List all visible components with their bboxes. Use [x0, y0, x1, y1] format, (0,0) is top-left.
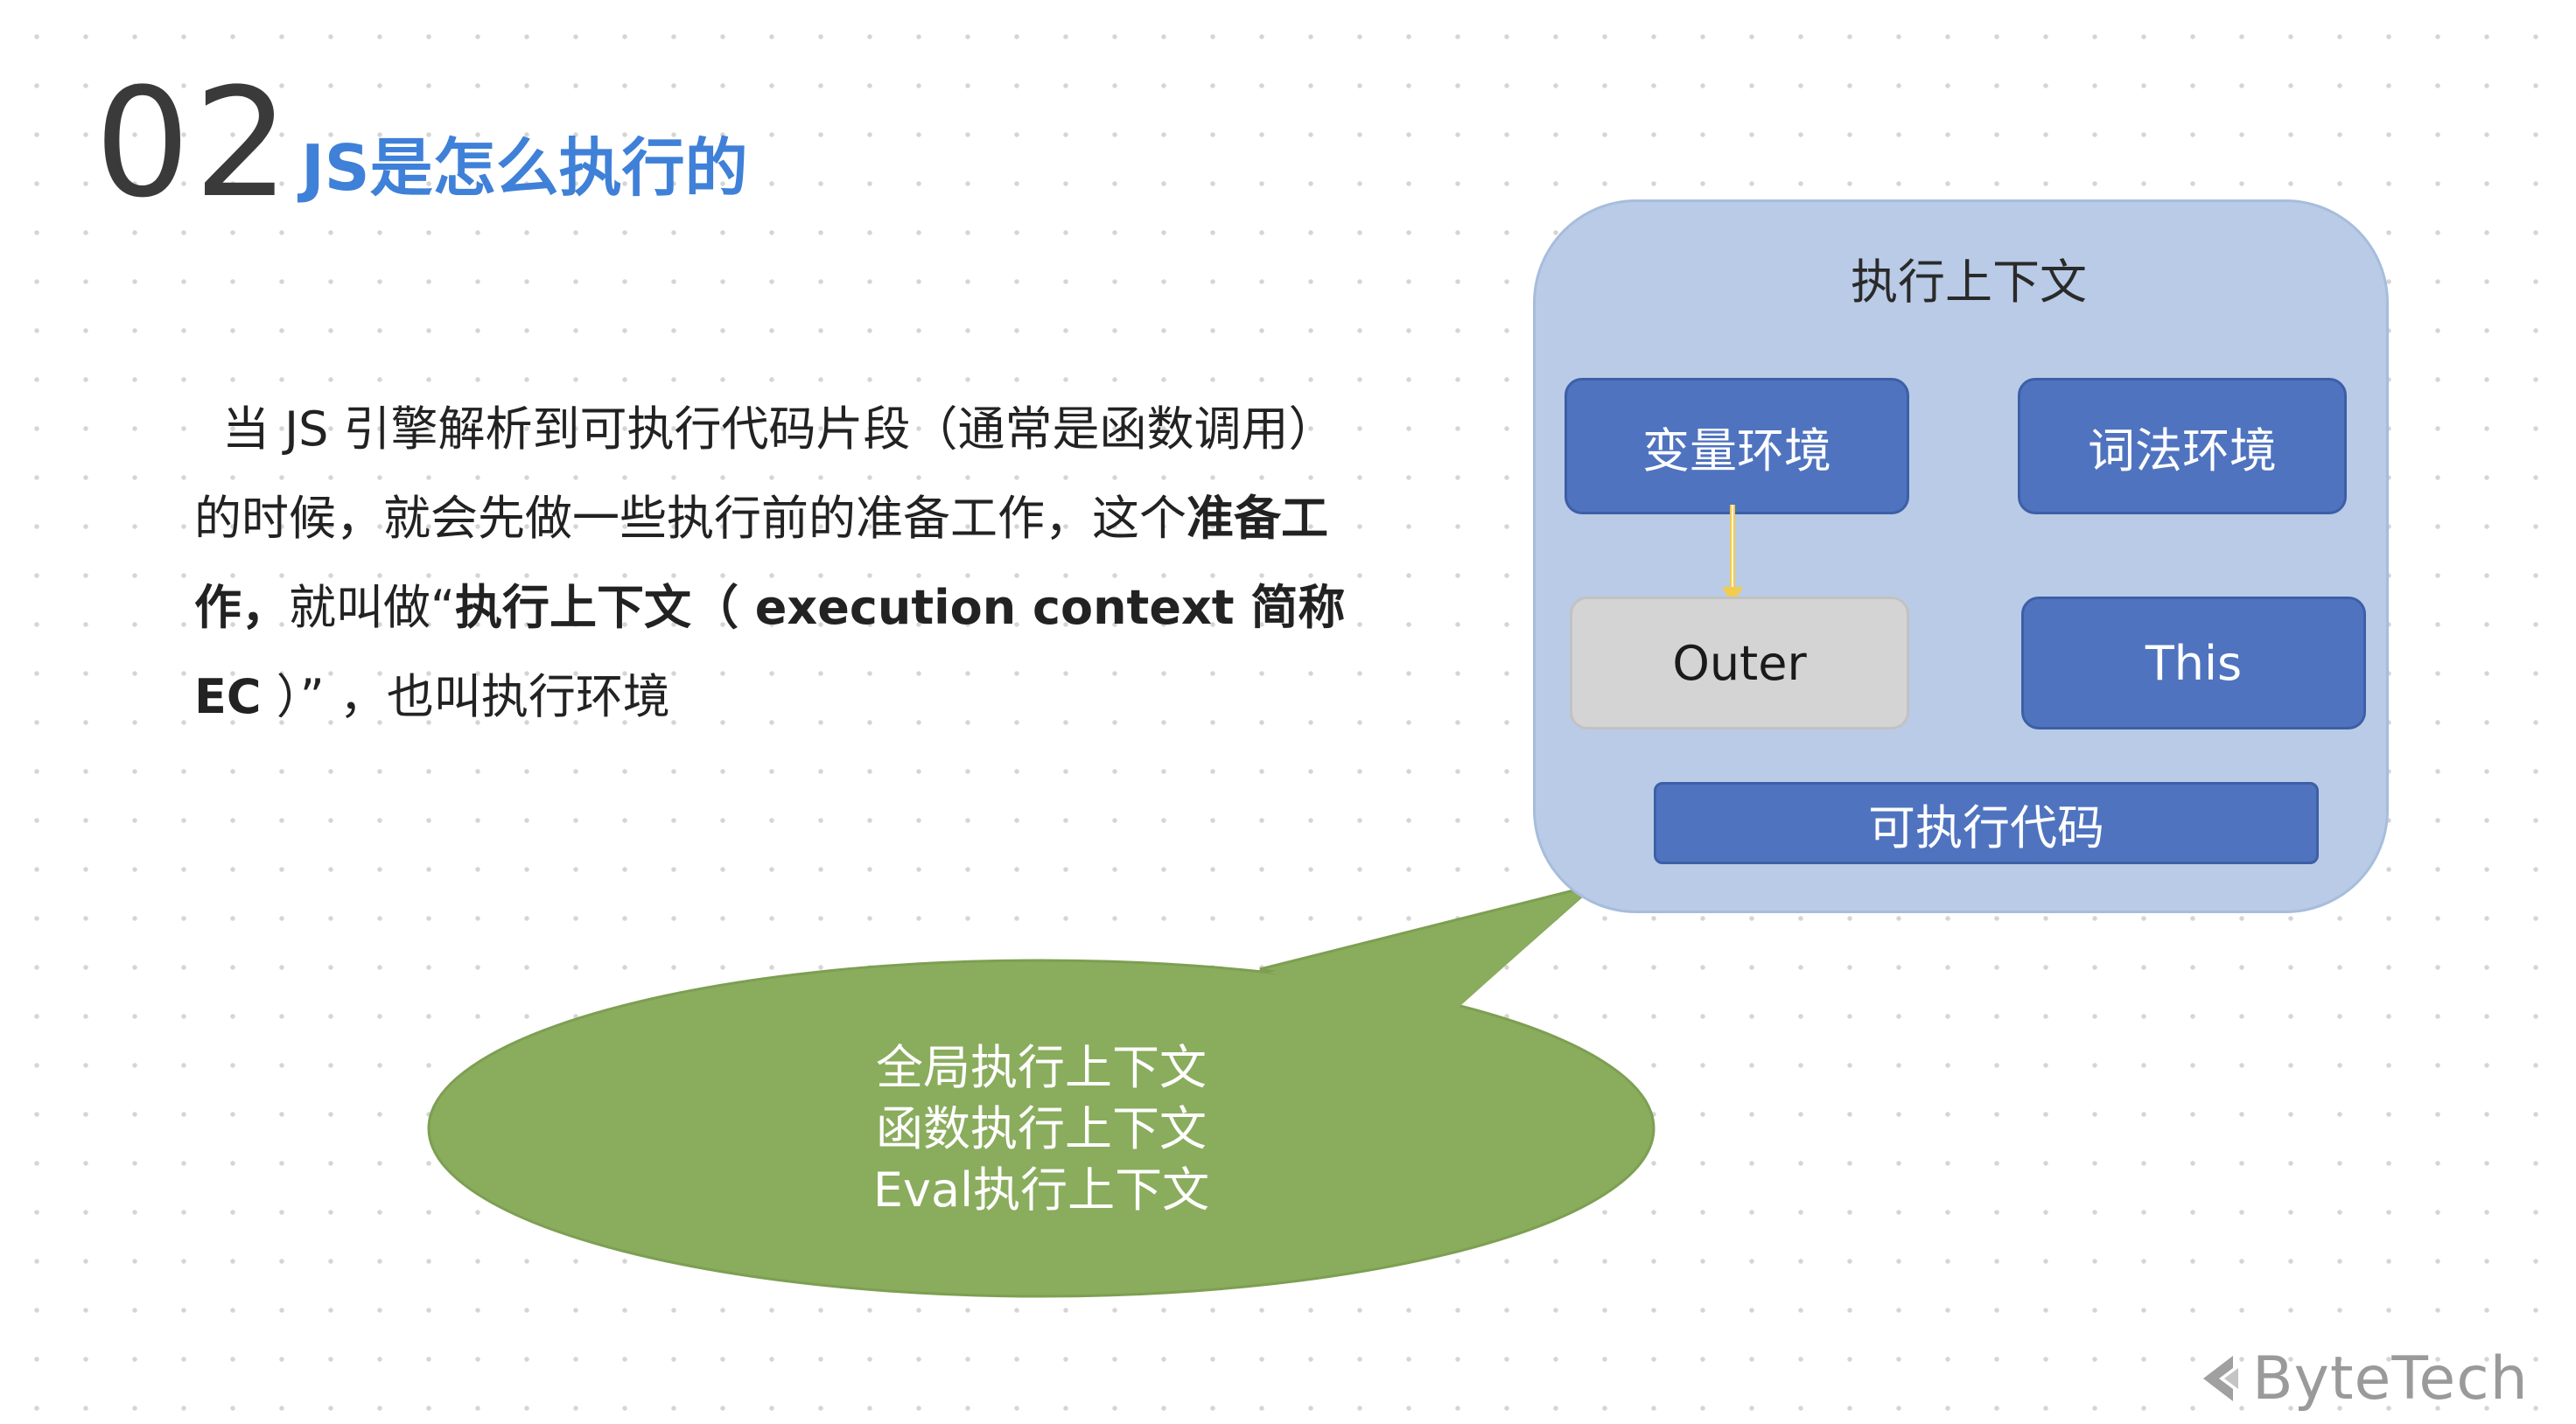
- bytetech-logo: ByteTech: [2198, 1344, 2529, 1414]
- bytetech-logo-text: ByteTech: [2252, 1344, 2529, 1414]
- outer-arrow: [1722, 505, 1743, 604]
- executable-code-node: 可执行代码: [1654, 782, 2319, 864]
- callout-text: 全局执行上下文 函数执行上下文 Eval执行上下文: [770, 1037, 1312, 1221]
- this-node: This: [2021, 597, 2366, 729]
- lexical-environment-node: 词法环境: [2018, 378, 2347, 514]
- callout-line-1: 全局执行上下文: [876, 1040, 1207, 1095]
- bytetech-logo-icon: [2203, 1356, 2238, 1401]
- execution-context-title: 执行上下文: [1851, 255, 2087, 310]
- callout-line-3: Eval执行上下文: [872, 1162, 1210, 1218]
- callout-line-2: 函数执行上下文: [876, 1101, 1207, 1156]
- outer-node: Outer: [1570, 597, 1909, 729]
- slide: 02 JS是怎么执行的 当 JS 引擎解析到可执行代码片段（通常是函数调用） 的…: [0, 0, 2576, 1424]
- variable-environment-node: 变量环境: [1564, 378, 1909, 514]
